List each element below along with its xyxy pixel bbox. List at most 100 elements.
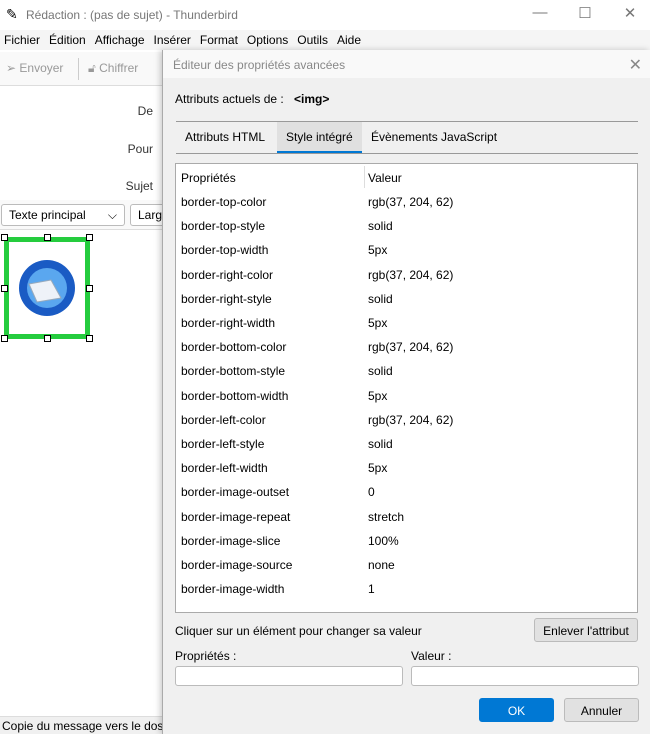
current-tag: <img> — [294, 92, 330, 106]
compose-toolbar: ➢ Envoyer 🔓︎ Chiffrer — [0, 52, 162, 86]
menu-edition[interactable]: Édition — [49, 33, 86, 47]
property-value: 1 — [368, 582, 375, 597]
property-name: border-bottom-color — [181, 340, 287, 355]
chevron-down-icon: ⌵ — [107, 208, 117, 222]
menu-format[interactable]: Format — [200, 33, 238, 47]
column-header-value[interactable]: Valeur — [368, 171, 402, 185]
property-value: 5px — [368, 388, 388, 403]
table-row[interactable]: border-image-width 1 — [181, 577, 631, 601]
property-value: stretch — [368, 509, 405, 524]
table-row[interactable]: border-right-color rgb(37, 204, 62) — [181, 263, 631, 287]
table-row[interactable]: border-image-outset 0 — [181, 480, 631, 504]
properties-list[interactable]: Propriétés Valeur border-top-color rgb(37… — [175, 163, 638, 613]
title-bar: ✎ Rédaction : (pas de sujet) - Thunderbi… — [0, 0, 650, 30]
property-label: Propriétés : — [175, 649, 237, 663]
current-attributes-label: Attributs actuels de : — [175, 92, 284, 106]
maximize-button[interactable]: ☐ — [565, 4, 605, 26]
table-row[interactable]: border-top-width 5px — [181, 238, 631, 262]
property-name: border-right-width — [181, 316, 276, 330]
resize-handle[interactable] — [1, 335, 8, 342]
menu-outils[interactable]: Outils — [297, 33, 328, 47]
dialog-close-button[interactable]: ✕ — [629, 55, 642, 75]
table-row[interactable]: border-image-slice 100% — [181, 529, 631, 553]
property-name: border-left-width — [181, 461, 268, 476]
property-input[interactable] — [175, 666, 403, 686]
property-name: border-right-color — [181, 267, 274, 282]
property-value: none — [368, 558, 395, 572]
minimize-button[interactable]: — — [520, 4, 560, 26]
property-value: 5px — [368, 316, 388, 330]
resize-handle[interactable] — [1, 234, 8, 241]
table-row[interactable]: border-left-style solid — [181, 432, 631, 456]
table-row[interactable]: border-bottom-width 5px — [181, 384, 631, 408]
resize-handle[interactable] — [44, 335, 51, 342]
property-name: border-image-source — [181, 558, 293, 572]
table-row[interactable]: border-top-color rgb(37, 204, 62) — [181, 190, 631, 214]
property-name: border-top-style — [181, 219, 266, 234]
window-title: Rédaction : (pas de sujet) - Thunderbird — [26, 8, 238, 22]
value-label: Valeur : — [411, 649, 452, 663]
close-button[interactable]: ✕ — [610, 4, 650, 26]
menu-aide[interactable]: Aide — [337, 33, 361, 47]
ok-button[interactable]: OK — [479, 698, 554, 722]
to-label: Pour — [127, 142, 153, 156]
property-name: border-bottom-style — [181, 364, 286, 379]
property-value: rgb(37, 204, 62) — [368, 195, 454, 209]
tab-bar: Attributs HTML Style intégré Évènements … — [176, 121, 638, 154]
property-name: border-image-repeat — [181, 509, 291, 524]
menu-inserer[interactable]: Insérer — [154, 33, 191, 47]
hint-text: Cliquer sur un élément pour changer sa v… — [175, 624, 422, 638]
property-value: solid — [368, 437, 393, 451]
thunderbird-logo-icon — [19, 260, 75, 316]
property-value: rgb(37, 204, 62) — [368, 340, 454, 355]
resize-handle[interactable] — [86, 285, 93, 292]
property-value: 5px — [368, 243, 388, 258]
paragraph-format-select[interactable]: Texte principal ⌵ — [1, 204, 125, 226]
property-name: border-top-width — [181, 243, 269, 258]
property-value: rgb(37, 204, 62) — [368, 412, 454, 427]
dialog-title: Éditeur des propriétés avancées — [163, 50, 650, 78]
remove-attribute-button[interactable]: Enlever l'attribut — [534, 618, 638, 642]
table-row[interactable]: border-left-color rgb(37, 204, 62) — [181, 408, 631, 432]
property-value: solid — [368, 291, 393, 306]
resize-handle[interactable] — [1, 285, 8, 292]
cancel-button[interactable]: Annuler — [564, 698, 639, 722]
value-input[interactable] — [411, 666, 639, 686]
property-value: solid — [368, 219, 393, 234]
send-icon: ➢ — [6, 61, 20, 75]
send-button[interactable]: ➢ Envoyer — [6, 61, 63, 75]
advanced-properties-dialog: Éditeur des propriétés avancées ✕ Attrib… — [162, 50, 650, 734]
resize-handle[interactable] — [86, 234, 93, 241]
subject-label: Sujet — [125, 179, 153, 193]
tab-html-attributes[interactable]: Attributs HTML — [176, 122, 274, 153]
lock-icon: 🔓︎ — [88, 61, 100, 75]
table-row[interactable]: border-bottom-style solid — [181, 359, 631, 383]
table-row[interactable]: border-right-style solid — [181, 287, 631, 311]
column-separator[interactable] — [364, 166, 365, 188]
table-row[interactable]: border-right-width 5px — [181, 311, 631, 335]
property-value: 5px — [368, 461, 388, 476]
property-value: solid — [368, 364, 393, 379]
resize-handle[interactable] — [44, 234, 51, 241]
column-header-property[interactable]: Propriétés — [181, 171, 236, 185]
menu-affichage[interactable]: Affichage — [95, 33, 145, 47]
selected-image[interactable] — [4, 237, 90, 339]
from-label: De — [137, 104, 153, 118]
table-row[interactable]: border-bottom-color rgb(37, 204, 62) — [181, 335, 631, 359]
table-row[interactable]: border-image-source none — [181, 553, 631, 577]
property-value: 100% — [368, 533, 399, 548]
table-row[interactable]: border-image-repeat stretch — [181, 505, 631, 529]
tab-javascript-events[interactable]: Évènements JavaScript — [362, 122, 506, 153]
status-bar: Copie du message vers le dossier — [0, 716, 162, 734]
menu-fichier[interactable]: Fichier — [4, 33, 40, 47]
property-value: rgb(37, 204, 62) — [368, 267, 454, 282]
menu-options[interactable]: Options — [247, 33, 288, 47]
table-row[interactable]: border-top-style solid — [181, 214, 631, 238]
property-name: border-right-style — [181, 291, 272, 306]
table-row[interactable]: border-left-width 5px — [181, 456, 631, 480]
encrypt-button[interactable]: 🔓︎ Chiffrer — [88, 61, 138, 76]
resize-handle[interactable] — [86, 335, 93, 342]
format-toolbar: Texte principal ⌵ Larg — [0, 200, 180, 230]
menu-bar: Fichier Édition Affichage Insérer Format Opti… — [0, 30, 650, 50]
tab-inline-style[interactable]: Style intégré — [277, 122, 362, 153]
